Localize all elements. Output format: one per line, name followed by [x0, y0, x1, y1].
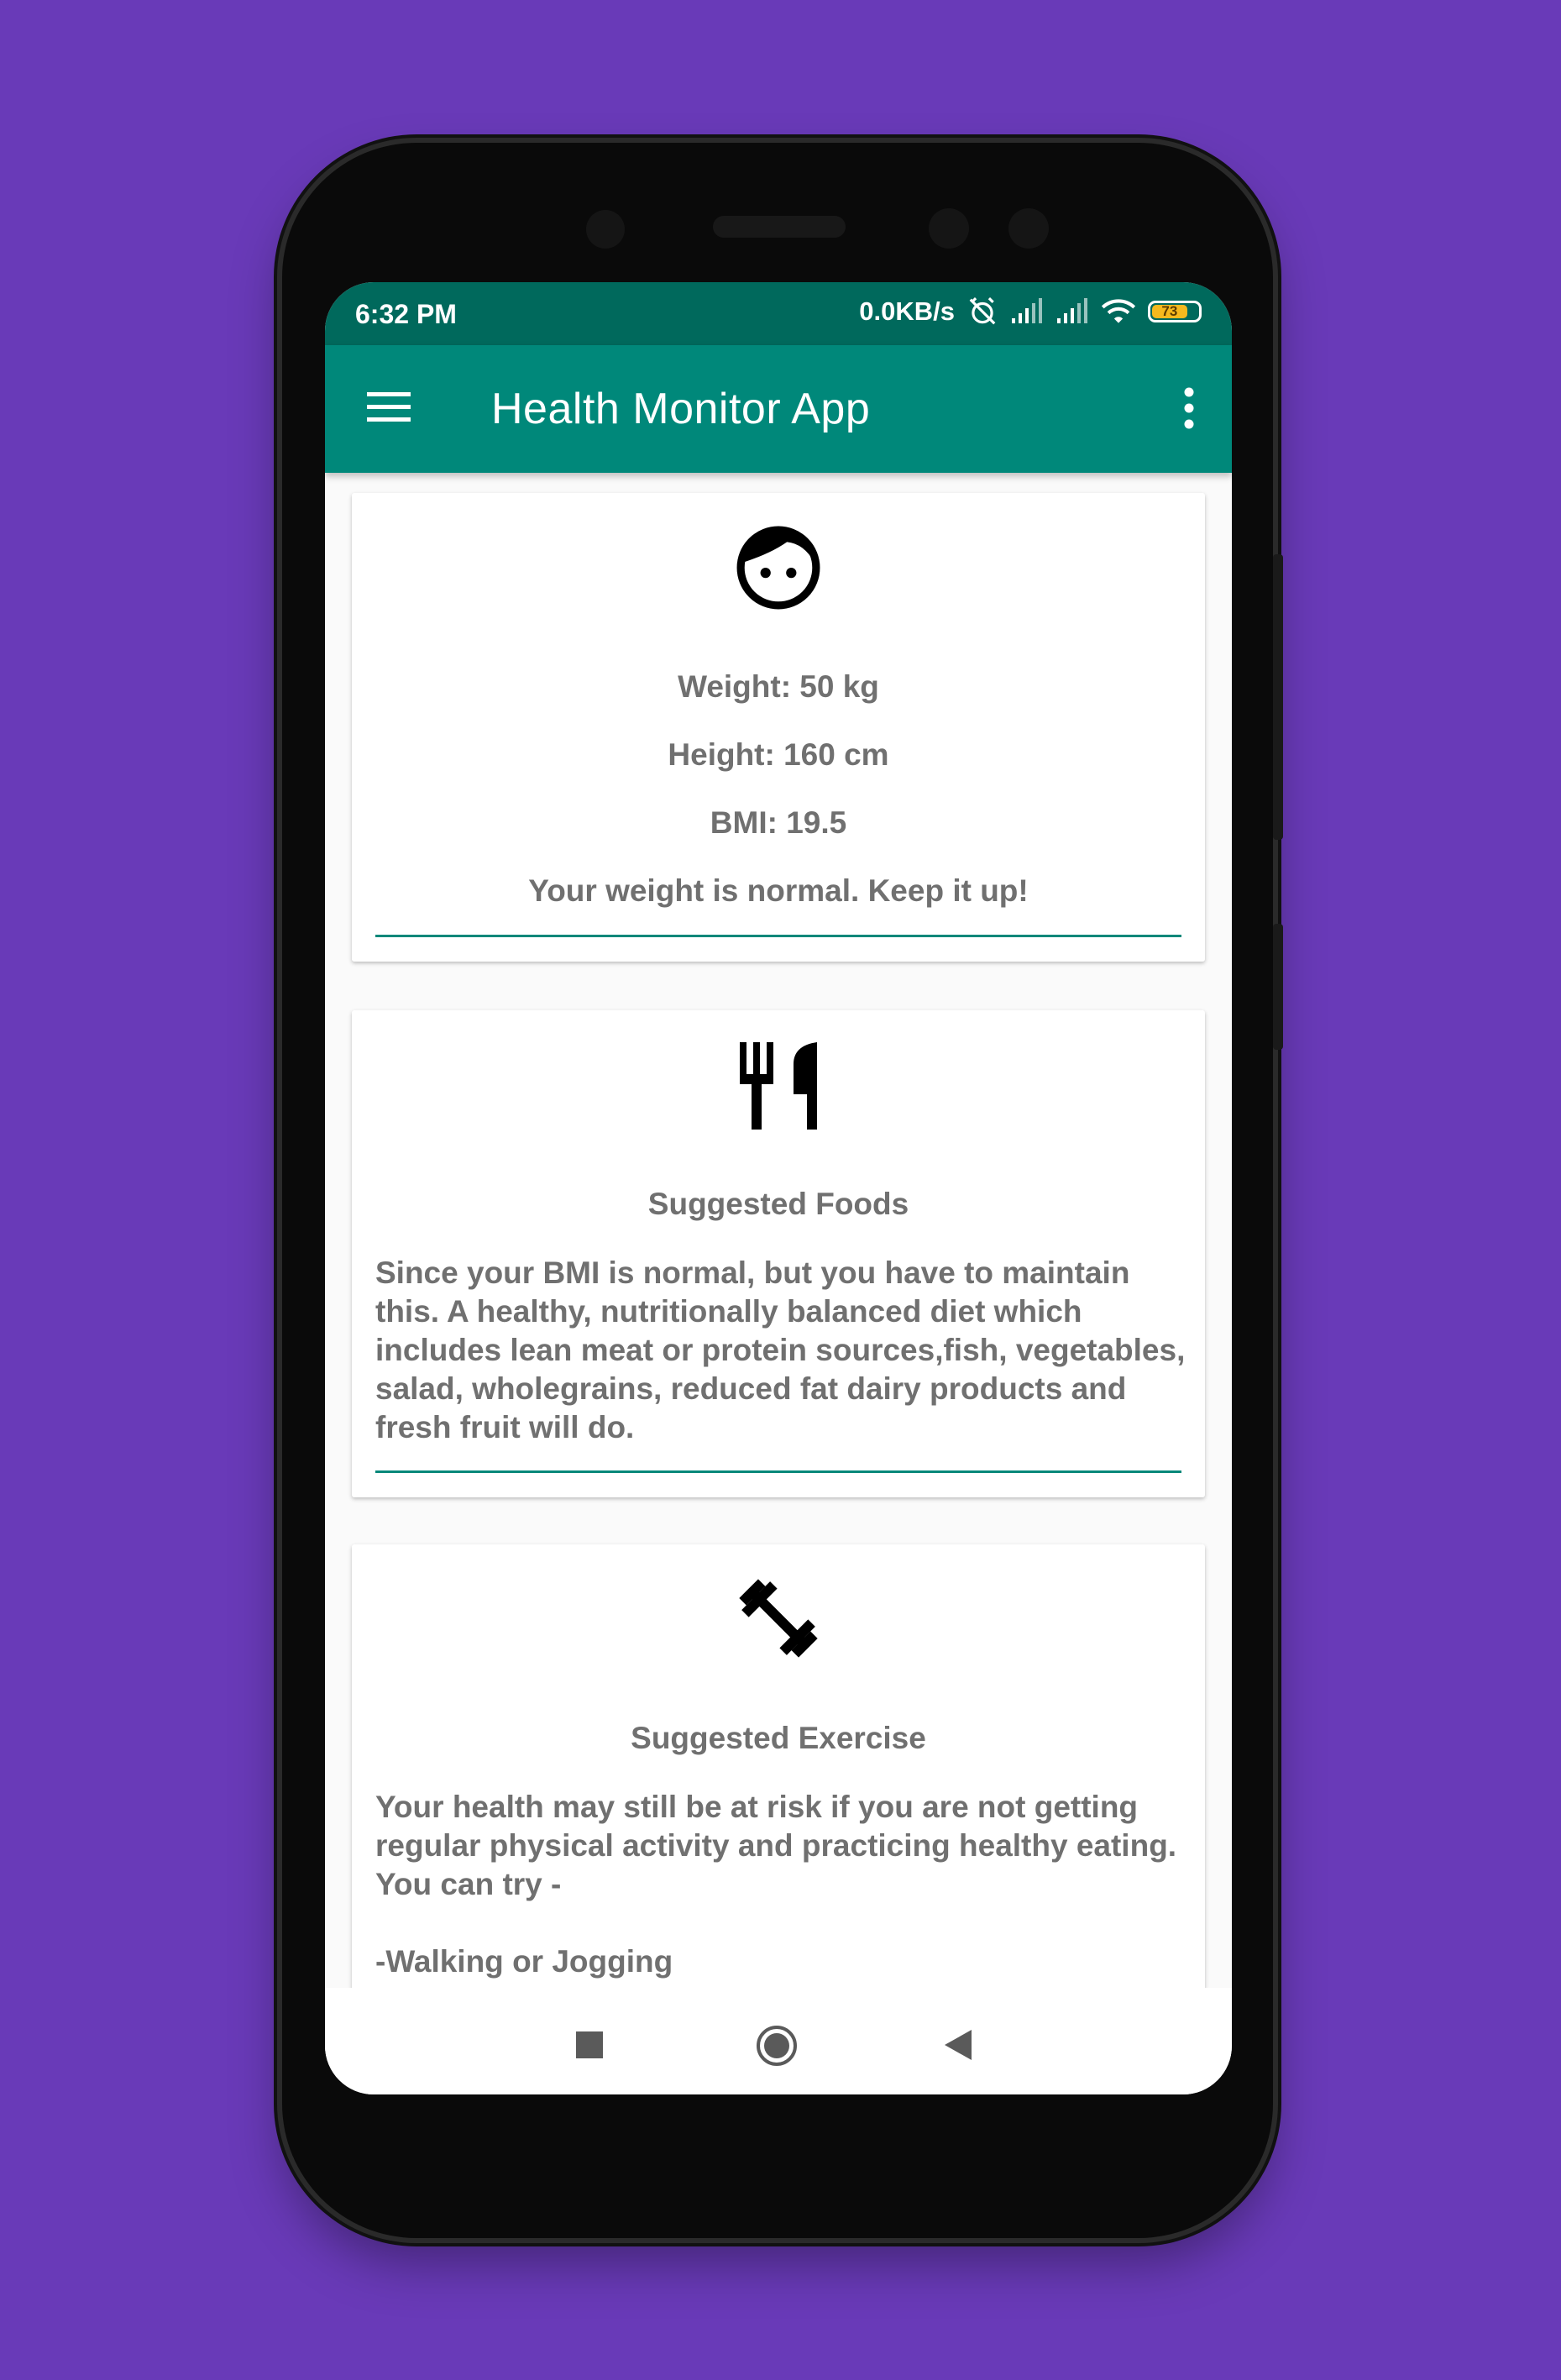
status-icons: 0.0KB/s 73: [859, 296, 1202, 328]
sensor-left: [929, 208, 969, 249]
phone-screen: 6:32 PM 0.0KB/s 73 Health Monitor App We…: [325, 282, 1232, 2094]
fitness-dumbbell-icon: [739, 1579, 818, 1658]
signal-icon: [1012, 298, 1042, 323]
suggested-foods-card: Suggested Foods Since your BMI is normal…: [352, 1010, 1205, 1497]
status-bar: 6:32 PM 0.0KB/s 73: [325, 282, 1232, 345]
more-vertical-icon[interactable]: [1183, 387, 1195, 429]
square-recents-icon[interactable]: [576, 2031, 603, 2058]
network-speed: 0.0KB/s: [859, 296, 955, 326]
signal-icon: [1057, 298, 1087, 323]
battery-level: 73: [1152, 304, 1187, 318]
face-icon: [736, 526, 820, 610]
volume-button: [1273, 554, 1283, 840]
restaurant-icon: [740, 1042, 817, 1130]
alarm-off-icon: [969, 297, 996, 325]
earpiece-speaker: [713, 216, 846, 238]
height-text: Height: 160 cm: [668, 737, 889, 772]
bmi-status-message: Your weight is normal. Keep it up!: [528, 873, 1029, 908]
scroll-content[interactable]: Weight: 50 kg Height: 160 cm BMI: 19.5 Y…: [325, 473, 1232, 1988]
suggested-foods-title: Suggested Foods: [647, 1187, 909, 1221]
suggested-exercise-card: Suggested Exercise Your health may still…: [352, 1544, 1205, 1988]
triangle-back-icon[interactable]: [945, 2030, 972, 2060]
bmi-value-text: BMI: 19.5: [710, 805, 847, 840]
battery-icon: 73: [1148, 301, 1202, 322]
front-camera: [586, 210, 625, 249]
status-time: 6:32 PM: [355, 299, 457, 329]
wifi-icon: [1101, 299, 1136, 323]
suggested-exercise-title: Suggested Exercise: [631, 1721, 926, 1755]
card-divider: [375, 1470, 1181, 1473]
weight-text: Weight: 50 kg: [678, 669, 879, 704]
app-bar: Health Monitor App: [325, 345, 1232, 473]
suggested-foods-body: Since your BMI is normal, but you have t…: [375, 1256, 1186, 1444]
circle-home-icon[interactable]: [756, 2025, 798, 2067]
app-title: Health Monitor App: [491, 385, 871, 433]
suggested-exercise-body: Your health may still be at risk if you …: [375, 1790, 1177, 1901]
exercise-list-item: -Walking or Jogging: [375, 1944, 673, 1979]
bmi-summary-card: Weight: 50 kg Height: 160 cm BMI: 19.5 Y…: [352, 493, 1205, 962]
system-navigation-bar: [325, 1988, 1232, 2094]
sensor-right: [1008, 208, 1049, 249]
card-divider: [375, 935, 1181, 937]
hamburger-menu-icon[interactable]: [367, 392, 411, 422]
power-button: [1273, 924, 1283, 1050]
